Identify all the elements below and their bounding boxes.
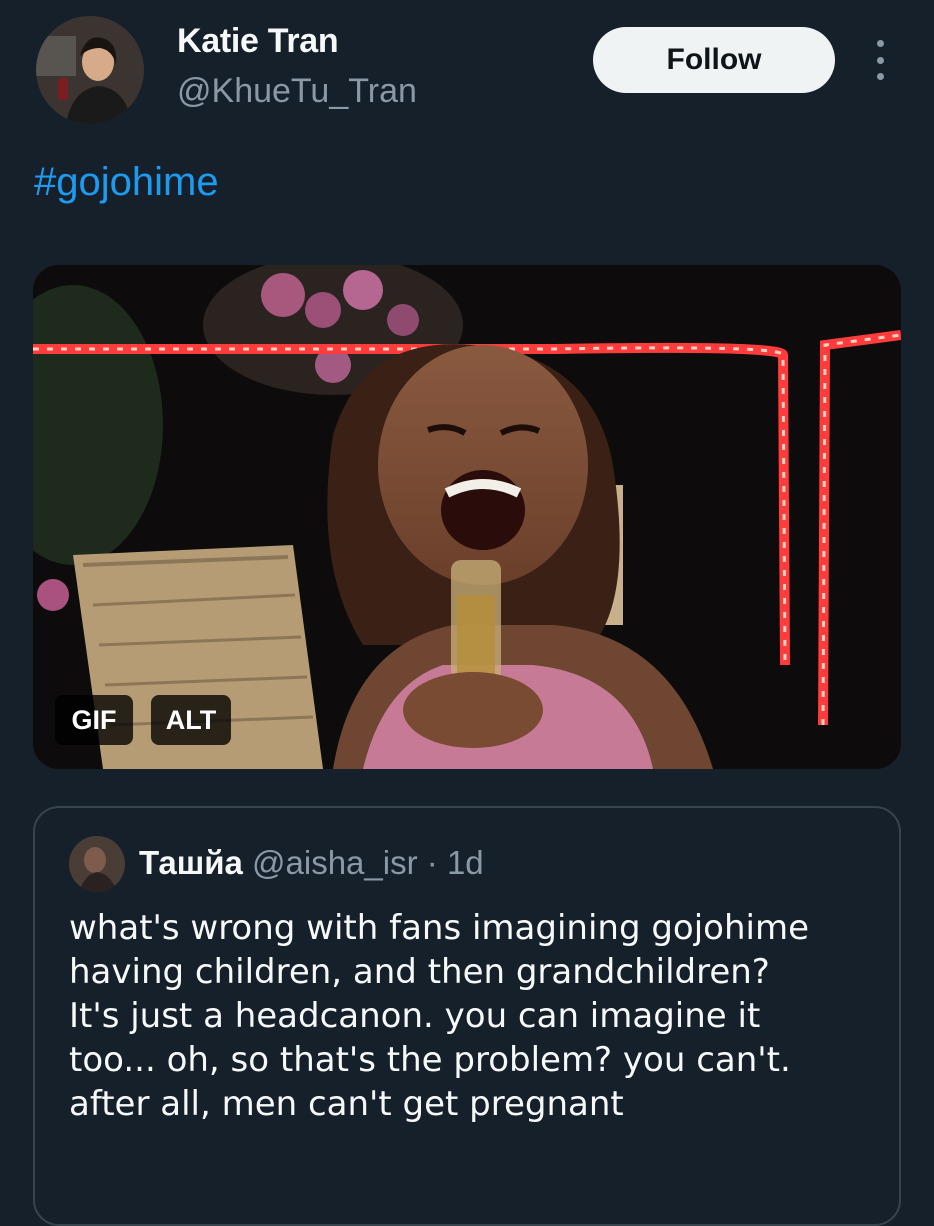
avatar-image [69,836,125,892]
quoted-post-line: what's wrong with fans imagining gojohim… [69,908,810,948]
quoted-post-line: after all, men can't get pregnant [69,1084,624,1124]
quoted-post-line: too... oh, so that's the problem? you ca… [69,1040,791,1080]
author-avatar[interactable] [36,16,144,124]
dot [876,73,884,80]
quoted-post-card[interactable]: Ташйа @aisha_isr · 1d what's wrong with … [33,806,901,1226]
follow-button[interactable]: Follow [593,27,835,93]
hashtag-link[interactable]: #gojohime [34,160,219,205]
quoted-post-line: having children, and then grandchildren? [69,952,770,992]
more-options-icon[interactable] [866,40,894,80]
author-display-name[interactable]: Katie Tran [177,22,339,61]
quoted-author-display-name[interactable]: Ташйа [139,844,243,881]
separator-dot: · [426,844,438,881]
alt-text-badge[interactable]: ALT [151,695,231,745]
dot [876,40,884,47]
post-gif-media[interactable] [33,265,901,769]
quoted-post-header: Ташйа @aisha_isr · 1d [139,844,484,882]
quoted-author-handle[interactable]: @aisha_isr [252,844,418,881]
gif-image [33,265,901,769]
quoted-post-text: what's wrong with fans imagining gojohim… [69,906,889,1126]
gif-badge: GIF [55,695,133,745]
quoted-post-timestamp[interactable]: 1d [447,844,484,881]
dot [876,56,884,64]
quoted-post-line: It's just a headcanon. you can imagine i… [69,996,761,1036]
quoted-author-avatar [69,836,125,892]
author-handle[interactable]: @KhueTu_Tran [177,72,417,111]
avatar-image [36,16,144,124]
